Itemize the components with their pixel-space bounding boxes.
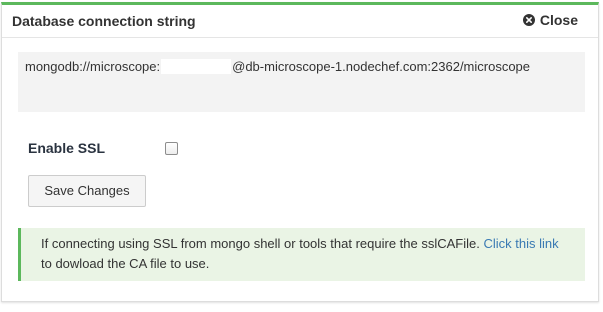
info-text-after: to dowload the CA file to use. bbox=[41, 256, 210, 271]
connection-string-prefix: mongodb://microscope: bbox=[25, 59, 161, 74]
enable-ssl-checkbox[interactable] bbox=[165, 142, 178, 155]
connection-string-suffix: @db-microscope-1.nodechef.com:2362/micro… bbox=[232, 59, 531, 74]
info-text-before: If connecting using SSL from mongo shell… bbox=[41, 236, 484, 251]
connection-string-text: mongodb://microscope: @db-microscope-1.n… bbox=[25, 59, 585, 74]
connection-string-field[interactable]: mongodb://microscope: @db-microscope-1.n… bbox=[18, 52, 585, 112]
close-label: Close bbox=[539, 12, 578, 28]
close-icon bbox=[522, 14, 535, 26]
enable-ssl-label: Enable SSL bbox=[28, 140, 106, 156]
close-button[interactable]: Close bbox=[522, 12, 578, 28]
ssl-info-alert: If connecting using SSL from mongo shell… bbox=[18, 228, 585, 281]
ca-file-download-link[interactable]: Click this link bbox=[483, 236, 558, 251]
redacted-password bbox=[161, 59, 232, 74]
connection-string-panel: Database connection string Close mongodb… bbox=[1, 2, 599, 302]
panel-header: Database connection string Close bbox=[2, 5, 598, 38]
save-changes-button[interactable]: Save Changes bbox=[28, 175, 146, 207]
panel-title: Database connection string bbox=[12, 13, 196, 29]
